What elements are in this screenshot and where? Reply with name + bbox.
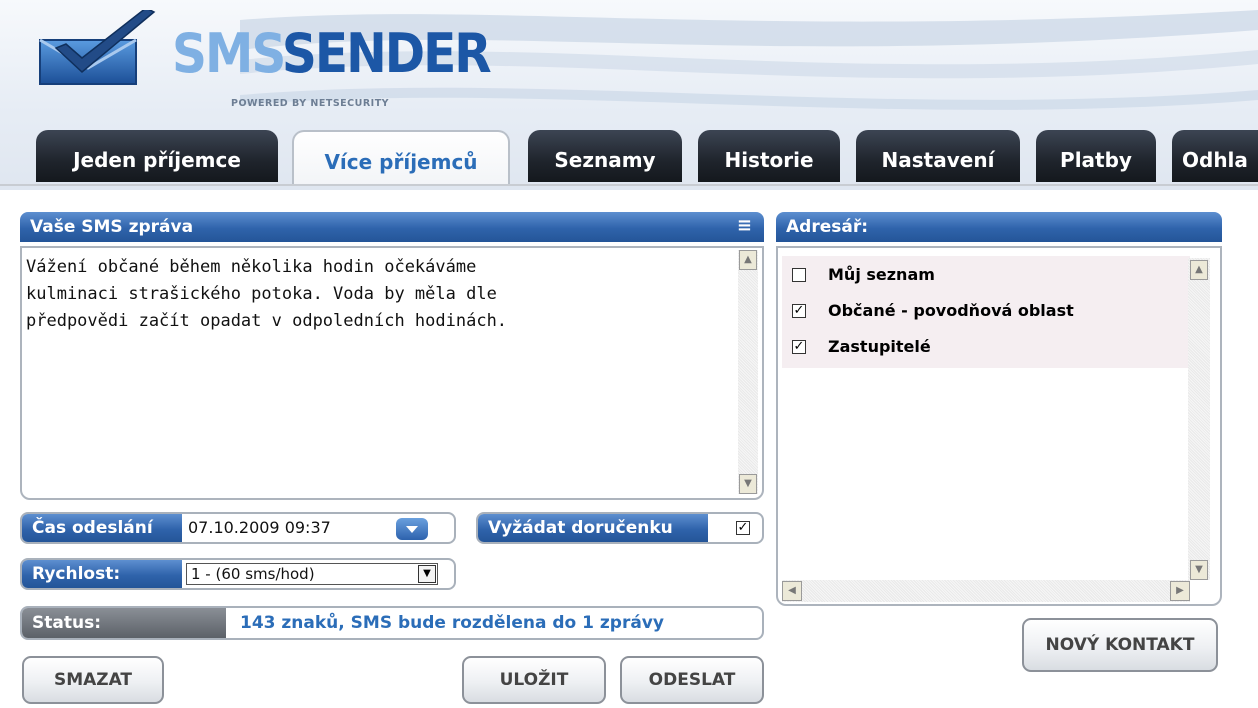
send-time-row: Čas odeslání 07.10.2009 09:37 — [20, 512, 456, 544]
status-label: Status: — [22, 608, 226, 638]
delivery-report-checkbox[interactable]: ✓ — [736, 521, 750, 535]
date-picker-button[interactable] — [396, 518, 428, 540]
sms-message-box: Vážení občané během několika hodin očeká… — [20, 246, 764, 500]
address-book-title: Adresář: — [786, 217, 869, 237]
sms-panel-header: Vaše SMS zpráva ≡ — [20, 212, 764, 242]
tab-odhlasit[interactable]: Odhla — [1172, 130, 1258, 182]
delete-button[interactable]: SMAZAT — [22, 656, 164, 704]
send-button[interactable]: ODESLAT — [620, 656, 764, 704]
logo-sender-text: SENDER — [281, 22, 492, 85]
logo-sms-text: SMS — [172, 22, 284, 85]
checkmark-logo-icon — [39, 10, 156, 85]
list-item-label: Občané - povodňová oblast — [828, 301, 1074, 320]
send-time-label: Čas odeslání — [22, 514, 182, 542]
list-item-checkbox[interactable]: ✓ — [792, 304, 806, 318]
tab-nastaveni[interactable]: Nastavení — [856, 130, 1020, 182]
sms-scrollbar[interactable]: ▲ ▼ — [738, 250, 758, 494]
tab-historie[interactable]: Historie — [698, 130, 840, 182]
tab-vice-prijemcu[interactable]: Více příjemců — [292, 130, 510, 186]
dropdown-arrow-icon[interactable]: ▼ — [418, 565, 436, 583]
logo: SMSSENDER POWERED BY NETSECURITY — [36, 8, 492, 118]
scroll-down-icon[interactable]: ▼ — [1190, 560, 1208, 580]
list-item[interactable]: Můj seznam — [782, 260, 1190, 290]
tab-seznamy[interactable]: Seznamy — [528, 130, 682, 182]
address-book-hscroll[interactable]: ◀ ▶ — [782, 580, 1190, 602]
main-tabs: Jeden příjemce Více příjemců Seznamy His… — [0, 130, 1258, 188]
list-item-label: Zastupitelé — [828, 337, 931, 356]
list-item-label: Můj seznam — [828, 265, 935, 284]
logo-wordmark: SMSSENDER — [172, 22, 492, 86]
scroll-up-icon[interactable]: ▲ — [1190, 260, 1208, 280]
status-text: 143 znaků, SMS bude rozdělena do 1 zpráv… — [240, 613, 664, 633]
list-item-checkbox[interactable] — [792, 268, 806, 282]
address-book-list: Můj seznam ✓ Občané - povodňová oblast ✓… — [782, 256, 1190, 368]
speed-select-value: 1 - (60 sms/hod) — [191, 565, 315, 583]
sms-panel-title: Vaše SMS zpráva — [30, 217, 194, 237]
logo-subtitle: POWERED BY NETSECURITY — [231, 98, 390, 109]
tab-jeden-prijemce[interactable]: Jeden příjemce — [36, 130, 278, 182]
delivery-report-label: Vyžádat doručenku — [478, 514, 708, 542]
chevron-down-icon — [406, 526, 418, 533]
list-item[interactable]: ✓ Občané - povodňová oblast — [782, 296, 1190, 326]
scroll-right-icon[interactable]: ▶ — [1170, 581, 1190, 601]
list-item-checkbox[interactable]: ✓ — [792, 340, 806, 354]
scroll-down-icon[interactable]: ▼ — [739, 474, 757, 494]
scroll-left-icon[interactable]: ◀ — [782, 581, 802, 601]
menu-icon[interactable]: ≡ — [737, 212, 752, 240]
speed-label: Rychlost: — [22, 560, 182, 588]
address-book-header: Adresář: — [776, 212, 1222, 242]
app-header: SMSSENDER POWERED BY NETSECURITY Jeden p… — [0, 0, 1258, 190]
address-book-panel: Můj seznam ✓ Občané - povodňová oblast ✓… — [776, 246, 1222, 606]
new-contact-button[interactable]: NOVÝ KONTAKT — [1022, 618, 1218, 672]
tab-baseline — [0, 184, 1258, 186]
tab-platby[interactable]: Platby — [1036, 130, 1156, 182]
delivery-report-row: Vyžádat doručenku ✓ — [476, 512, 764, 544]
address-book-vscroll[interactable]: ▲ ▼ — [1188, 258, 1210, 580]
sms-message-textarea[interactable]: Vážení občané během několika hodin očeká… — [26, 254, 736, 335]
save-button[interactable]: ULOŽIT — [462, 656, 606, 704]
send-time-value[interactable]: 07.10.2009 09:37 — [188, 516, 331, 540]
speed-select[interactable]: 1 - (60 sms/hod) ▼ — [186, 563, 438, 585]
scroll-up-icon[interactable]: ▲ — [739, 250, 757, 270]
list-item[interactable]: ✓ Zastupitelé — [782, 332, 1190, 362]
speed-row: Rychlost: 1 - (60 sms/hod) ▼ — [20, 558, 456, 590]
status-row: Status: 143 znaků, SMS bude rozdělena do… — [20, 606, 764, 640]
